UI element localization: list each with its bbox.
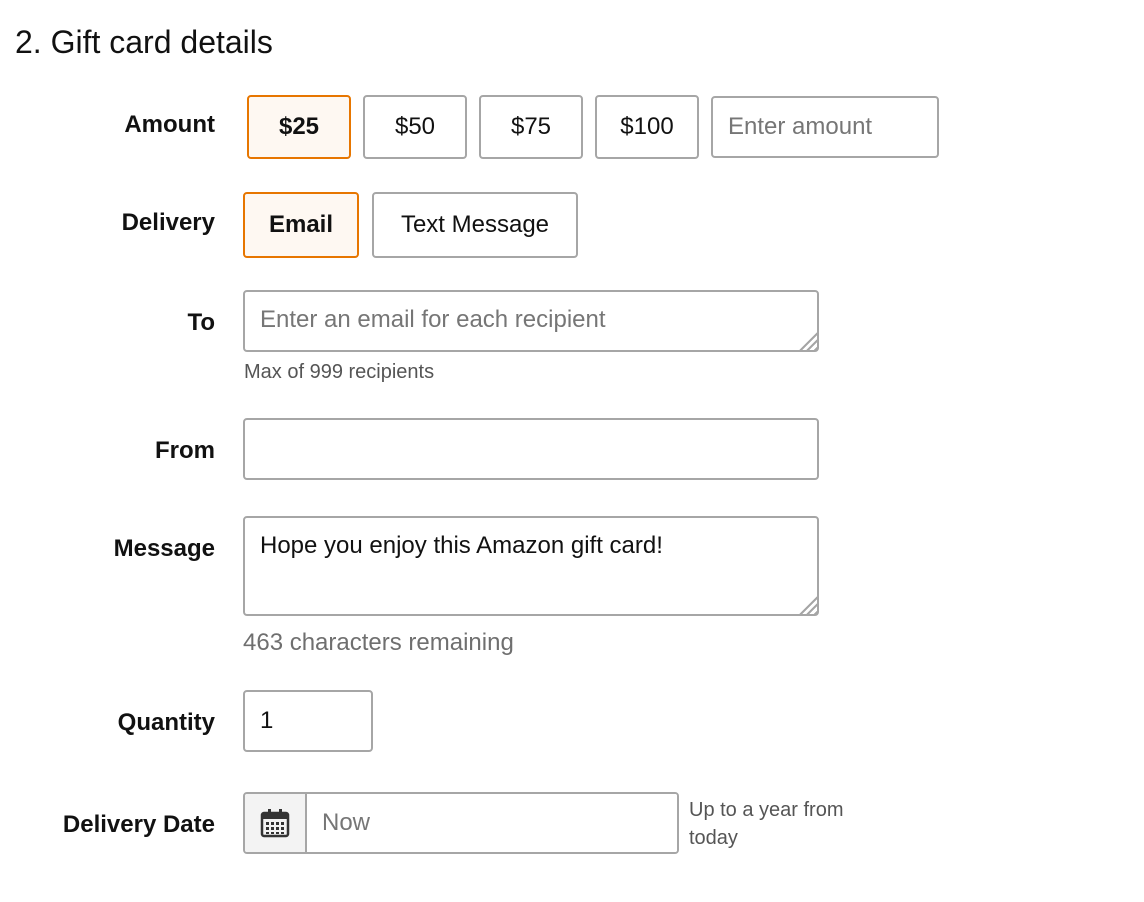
amount-label: Amount <box>124 111 215 138</box>
delivery-date-hint: Up to a year from today <box>689 799 844 849</box>
delivery-text-message-button[interactable]: Text Message <box>372 192 578 258</box>
message-textarea[interactable]: Hope you enjoy this Amazon gift card! <box>243 516 819 616</box>
amount-25-button[interactable]: $25 <box>247 95 351 159</box>
custom-amount-input[interactable] <box>711 96 939 158</box>
calendar-icon <box>260 809 290 838</box>
delivery-date-field <box>243 792 679 854</box>
quantity-label: Quantity <box>117 709 215 736</box>
from-input[interactable] <box>243 418 819 480</box>
delivery-date-input[interactable] <box>307 794 677 852</box>
to-hint: Max of 999 recipients <box>244 361 435 383</box>
to-email-input[interactable] <box>243 290 819 352</box>
section-title: 2. Gift card details <box>15 24 273 60</box>
amount-75-button[interactable]: $75 <box>479 95 583 159</box>
to-label: To <box>187 309 215 336</box>
message-label: Message <box>113 535 215 562</box>
delivery-email-button[interactable]: Email <box>243 192 359 258</box>
delivery-label: Delivery <box>121 209 215 236</box>
quantity-input[interactable] <box>243 690 373 752</box>
delivery-date-label: Delivery Date <box>62 811 215 838</box>
amount-100-button[interactable]: $100 <box>595 95 699 159</box>
characters-remaining: 463 characters remaining <box>243 629 514 656</box>
calendar-button[interactable] <box>245 794 307 852</box>
from-label: From <box>155 437 215 464</box>
amount-50-button[interactable]: $50 <box>363 95 467 159</box>
